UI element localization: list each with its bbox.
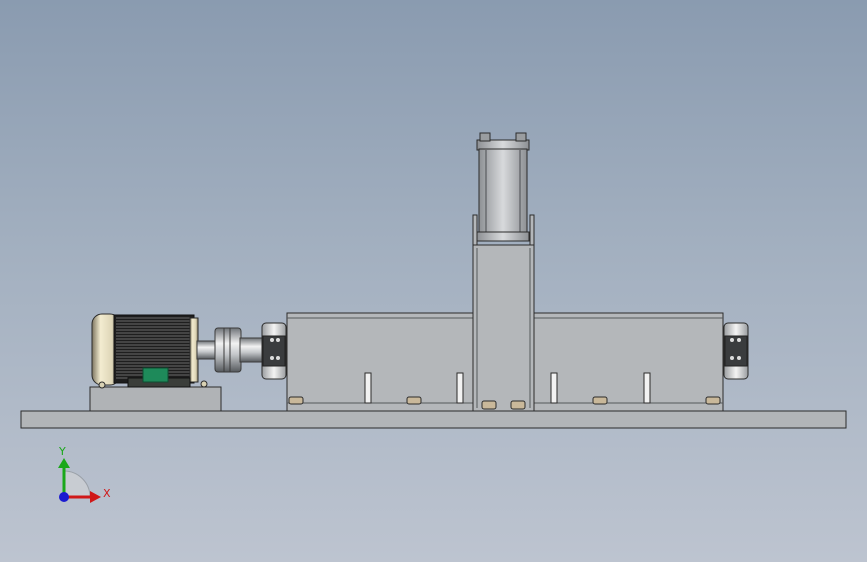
y-axis-label: Y <box>58 445 66 458</box>
motor-shaft <box>196 340 218 360</box>
z-axis-icon <box>59 492 69 502</box>
x-axis-label: X <box>103 487 111 500</box>
motor-pedestal[interactable] <box>89 386 222 412</box>
triad-arc-icon <box>63 470 91 498</box>
drive-shaft <box>239 337 263 363</box>
cad-viewport[interactable]: Y X <box>0 0 867 562</box>
motor-terminal-box <box>142 367 169 383</box>
right-chuck[interactable] <box>723 322 749 380</box>
left-chuck[interactable] <box>261 322 287 380</box>
coordinate-triad: Y X <box>58 445 111 503</box>
air-cylinder[interactable] <box>476 132 530 242</box>
shaft-coupling[interactable] <box>196 327 263 373</box>
motor-bolt <box>200 380 208 388</box>
base-plate[interactable] <box>20 410 847 429</box>
x-axis-arrow-icon <box>90 491 101 503</box>
vertical-column[interactable] <box>472 214 535 412</box>
cad-assembly-view[interactable]: Y X <box>0 0 867 562</box>
motor-bolt <box>98 381 106 389</box>
coupling-hub-ring <box>223 327 231 373</box>
electric-motor[interactable] <box>91 313 208 389</box>
y-axis-arrow-icon <box>58 458 70 468</box>
